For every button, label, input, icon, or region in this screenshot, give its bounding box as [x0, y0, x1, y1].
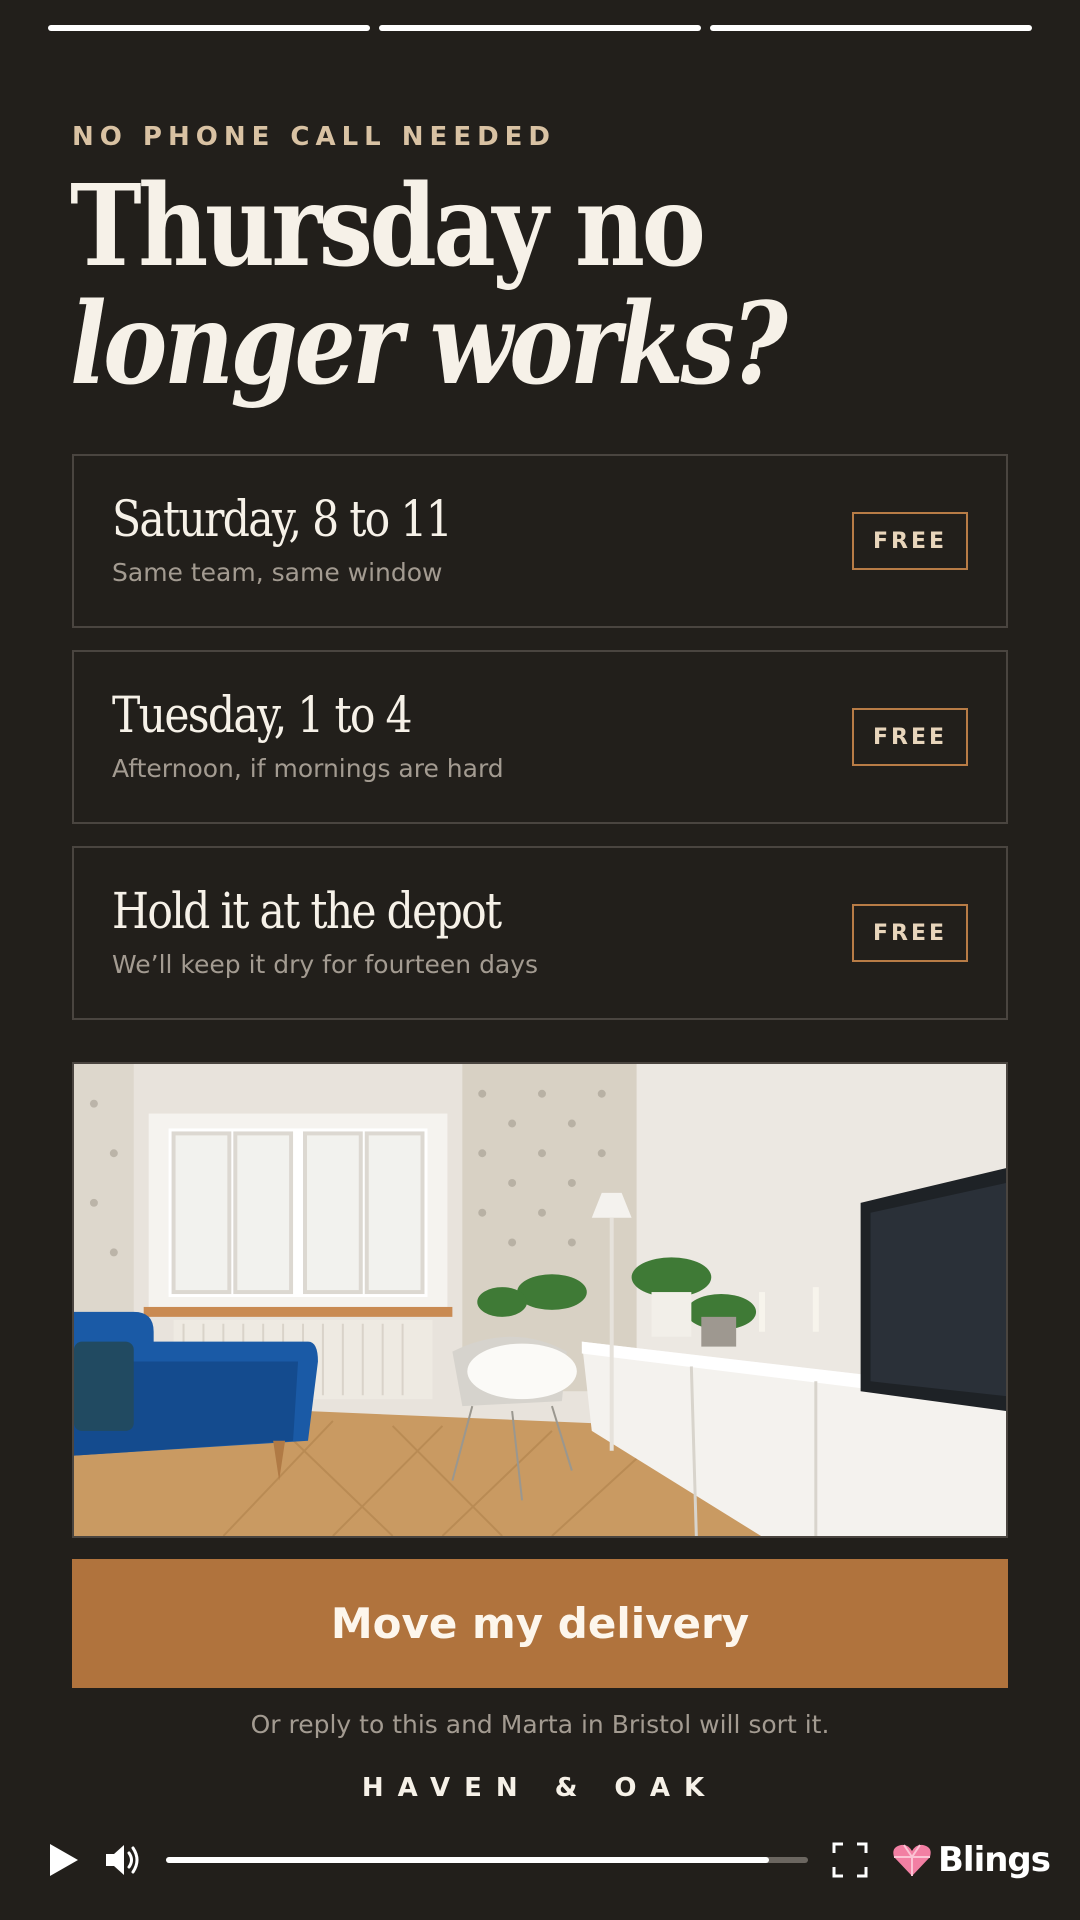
free-badge: FREE [852, 708, 968, 766]
brand-wordmark: HAVEN & OAK [361, 1773, 719, 1803]
story-segment [48, 25, 370, 31]
option-subtitle: We’ll keep it dry for fourteen days [112, 950, 539, 979]
story-segment [710, 25, 1032, 31]
story-progress-bars [48, 25, 1032, 31]
video-progress-bar[interactable] [166, 1857, 808, 1863]
living-room-photo [72, 1062, 1008, 1538]
blings-heart-icon [893, 1844, 931, 1876]
fullscreen-icon[interactable] [832, 1842, 868, 1878]
option-tuesday[interactable]: Tuesday, 1 to 4 Afternoon, if mornings a… [72, 650, 1008, 824]
reply-note: Or reply to this and Marta in Bristol wi… [250, 1710, 830, 1739]
volume-icon[interactable] [104, 1842, 142, 1878]
headline-line-1: Thursday no [70, 161, 706, 292]
video-progress-fill [166, 1857, 770, 1863]
free-badge: FREE [852, 512, 968, 570]
living-room-illustration [74, 1064, 1006, 1536]
option-subtitle: Same team, same window [112, 558, 443, 587]
blings-logo[interactable]: Blings [892, 1838, 1051, 1882]
move-delivery-button[interactable]: Move my delivery [72, 1559, 1008, 1688]
option-title: Saturday, 8 to 11 [112, 490, 453, 548]
video-player-controls: Blings [0, 1830, 1080, 1890]
option-title: Hold it at the depot [112, 882, 502, 940]
option-depot[interactable]: Hold it at the depot We’ll keep it dry f… [72, 846, 1008, 1020]
headline-line-2: longer works? [70, 279, 788, 410]
play-icon[interactable] [46, 1842, 80, 1878]
story-segment [379, 25, 701, 31]
headline: Thursday no longer works? [70, 168, 901, 404]
eyebrow-label: NO PHONE CALL NEEDED [72, 122, 556, 152]
option-subtitle: Afternoon, if mornings are hard [112, 754, 504, 783]
blings-logo-text: Blings [938, 1840, 1051, 1880]
free-badge: FREE [852, 904, 968, 962]
option-title: Tuesday, 1 to 4 [112, 686, 413, 744]
option-saturday[interactable]: Saturday, 8 to 11 Same team, same window… [72, 454, 1008, 628]
